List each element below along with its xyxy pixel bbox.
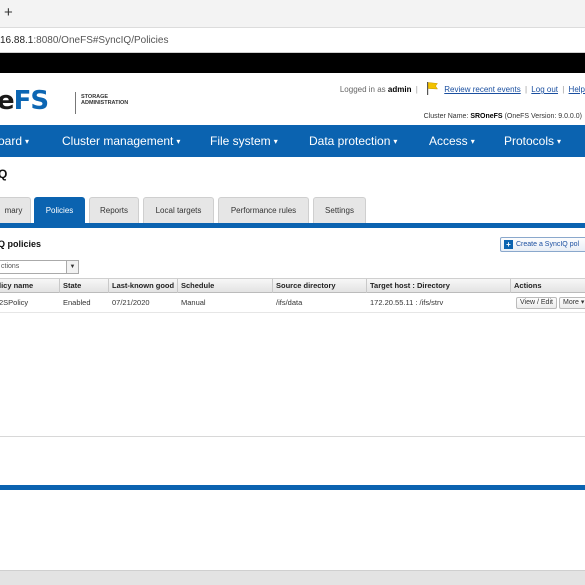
app-header: eFS STORAGE ADMINISTRATION Logged in as … xyxy=(0,73,585,123)
nav-file-system[interactable]: File system ▾ xyxy=(210,134,278,149)
url-text[interactable]: 16.88.1:8080/OneFS#SyncIQ/Policies xyxy=(0,35,168,46)
separator: | xyxy=(524,85,528,94)
tab-policies[interactable]: Policies xyxy=(34,197,85,223)
table-row[interactable]: 2SPolicy Enabled 07/21/2020 Manual /ifs/… xyxy=(0,293,585,313)
username: admin xyxy=(387,85,412,94)
chevron-down-icon: ▾ xyxy=(25,137,30,146)
nav-protocols[interactable]: Protocols ▾ xyxy=(504,134,561,149)
more-label: More xyxy=(563,299,579,306)
more-button[interactable]: More ▾ xyxy=(559,297,585,309)
view-edit-button[interactable]: View / Edit xyxy=(516,297,557,309)
nav-label: Access xyxy=(429,134,468,148)
column-header[interactable]: Actions xyxy=(511,279,585,293)
cluster-name: SROneFS xyxy=(470,113,503,120)
nav-access[interactable]: Access ▾ xyxy=(429,134,475,149)
bulk-actions-select[interactable]: ctions ▼ xyxy=(0,260,79,274)
column-header[interactable]: Schedule xyxy=(178,279,273,293)
schedule-cell: Manual xyxy=(181,298,206,307)
nav-data-protection[interactable]: Data protection ▾ xyxy=(309,134,397,149)
separator: | xyxy=(415,85,418,94)
tab-local-targets[interactable]: Local targets xyxy=(143,197,214,223)
logo-fs: FS xyxy=(13,86,49,116)
nav-cluster-management[interactable]: Cluster management ▾ xyxy=(62,134,180,149)
last-good-cell: 07/21/2020 xyxy=(112,298,150,307)
chevron-down-icon[interactable]: ▼ xyxy=(66,261,78,273)
column-header[interactable]: Last-known good xyxy=(109,279,178,293)
chevron-down-icon: ▾ xyxy=(393,137,398,146)
table-header: licy name State Last-known good Schedule… xyxy=(0,278,585,293)
main-navigation: oard ▾ Cluster management ▾ File system ▾ D… xyxy=(0,125,585,157)
black-banner xyxy=(0,53,585,73)
actions-select-value: ctions xyxy=(1,263,20,270)
column-header[interactable]: Target host : Directory xyxy=(367,279,511,293)
tab-summary[interactable]: mary xyxy=(0,197,31,223)
column-header[interactable]: Source directory xyxy=(273,279,367,293)
subtab-bar: mary Policies Reports Local targets Perf… xyxy=(0,197,585,223)
column-header[interactable]: State xyxy=(60,279,109,293)
table-bottom-rule xyxy=(0,436,585,437)
nav-label: oard xyxy=(0,134,23,148)
tab-settings[interactable]: Settings xyxy=(313,197,366,223)
flag-icon xyxy=(427,82,439,95)
new-tab-button[interactable]: + xyxy=(4,4,13,22)
help-link[interactable]: Help xyxy=(569,85,585,94)
subtab-underline xyxy=(0,223,585,228)
url-host: 16.88.1 xyxy=(0,35,34,46)
nav-label: File system xyxy=(210,134,271,148)
nav-label: Cluster management xyxy=(62,134,174,148)
tab-performance-rules[interactable]: Performance rules xyxy=(218,197,309,223)
separator: | xyxy=(562,85,565,94)
section-title: Q policies xyxy=(0,239,42,249)
chevron-down-icon: ▾ xyxy=(578,299,585,306)
state-cell: Enabled xyxy=(63,298,91,307)
nav-dashboard[interactable]: oard ▾ xyxy=(0,134,29,149)
chevron-down-icon: ▾ xyxy=(470,137,475,146)
cluster-label: Cluster Name: xyxy=(423,113,469,120)
plus-icon: + xyxy=(504,240,513,249)
logged-in-label: Logged in as xyxy=(339,85,386,94)
chevron-down-icon: ▾ xyxy=(273,137,278,146)
page-title: Q xyxy=(0,167,8,181)
chevron-down-icon: ▾ xyxy=(557,137,562,146)
logo-sub-line-2: ADMINISTRATION xyxy=(81,100,129,106)
footer-bar xyxy=(0,570,585,585)
content-bottom-bar xyxy=(0,485,585,490)
browser-address-bar[interactable]: 16.88.1:8080/OneFS#SyncIQ/Policies xyxy=(0,28,585,53)
user-status-line: Logged in as admin | Review recent event… xyxy=(340,81,585,95)
logout-link[interactable]: Log out xyxy=(531,85,558,94)
nav-label: Protocols xyxy=(504,134,555,148)
logo-prefix: e xyxy=(0,86,15,116)
onefs-version: (OneFS Version: 9.0.0.0) xyxy=(504,113,582,120)
policy-name-cell: 2SPolicy xyxy=(0,298,29,307)
logo-divider xyxy=(75,92,76,114)
source-dir-cell: /ifs/data xyxy=(276,298,303,307)
browser-tab-bar: + xyxy=(0,0,585,28)
nav-label: Data protection xyxy=(309,134,391,148)
create-button-label: Create a SyncIQ pol xyxy=(516,241,580,248)
logo-subtitle: STORAGE ADMINISTRATION xyxy=(81,94,128,106)
url-path: :8080/OneFS#SyncIQ/Policies xyxy=(33,35,169,46)
onefs-logo: eFS xyxy=(0,86,49,116)
review-events-link[interactable]: Review recent events xyxy=(444,85,520,94)
target-cell: 172.20.55.11 : /ifs/strv xyxy=(370,298,444,307)
column-header[interactable]: licy name xyxy=(0,279,60,293)
cluster-info: Cluster Name: SROneFS (OneFS Version: 9.… xyxy=(424,113,582,120)
tab-reports[interactable]: Reports xyxy=(89,197,139,223)
chevron-down-icon: ▾ xyxy=(176,137,181,146)
create-synciq-policy-button[interactable]: + Create a SyncIQ pol xyxy=(500,237,585,252)
